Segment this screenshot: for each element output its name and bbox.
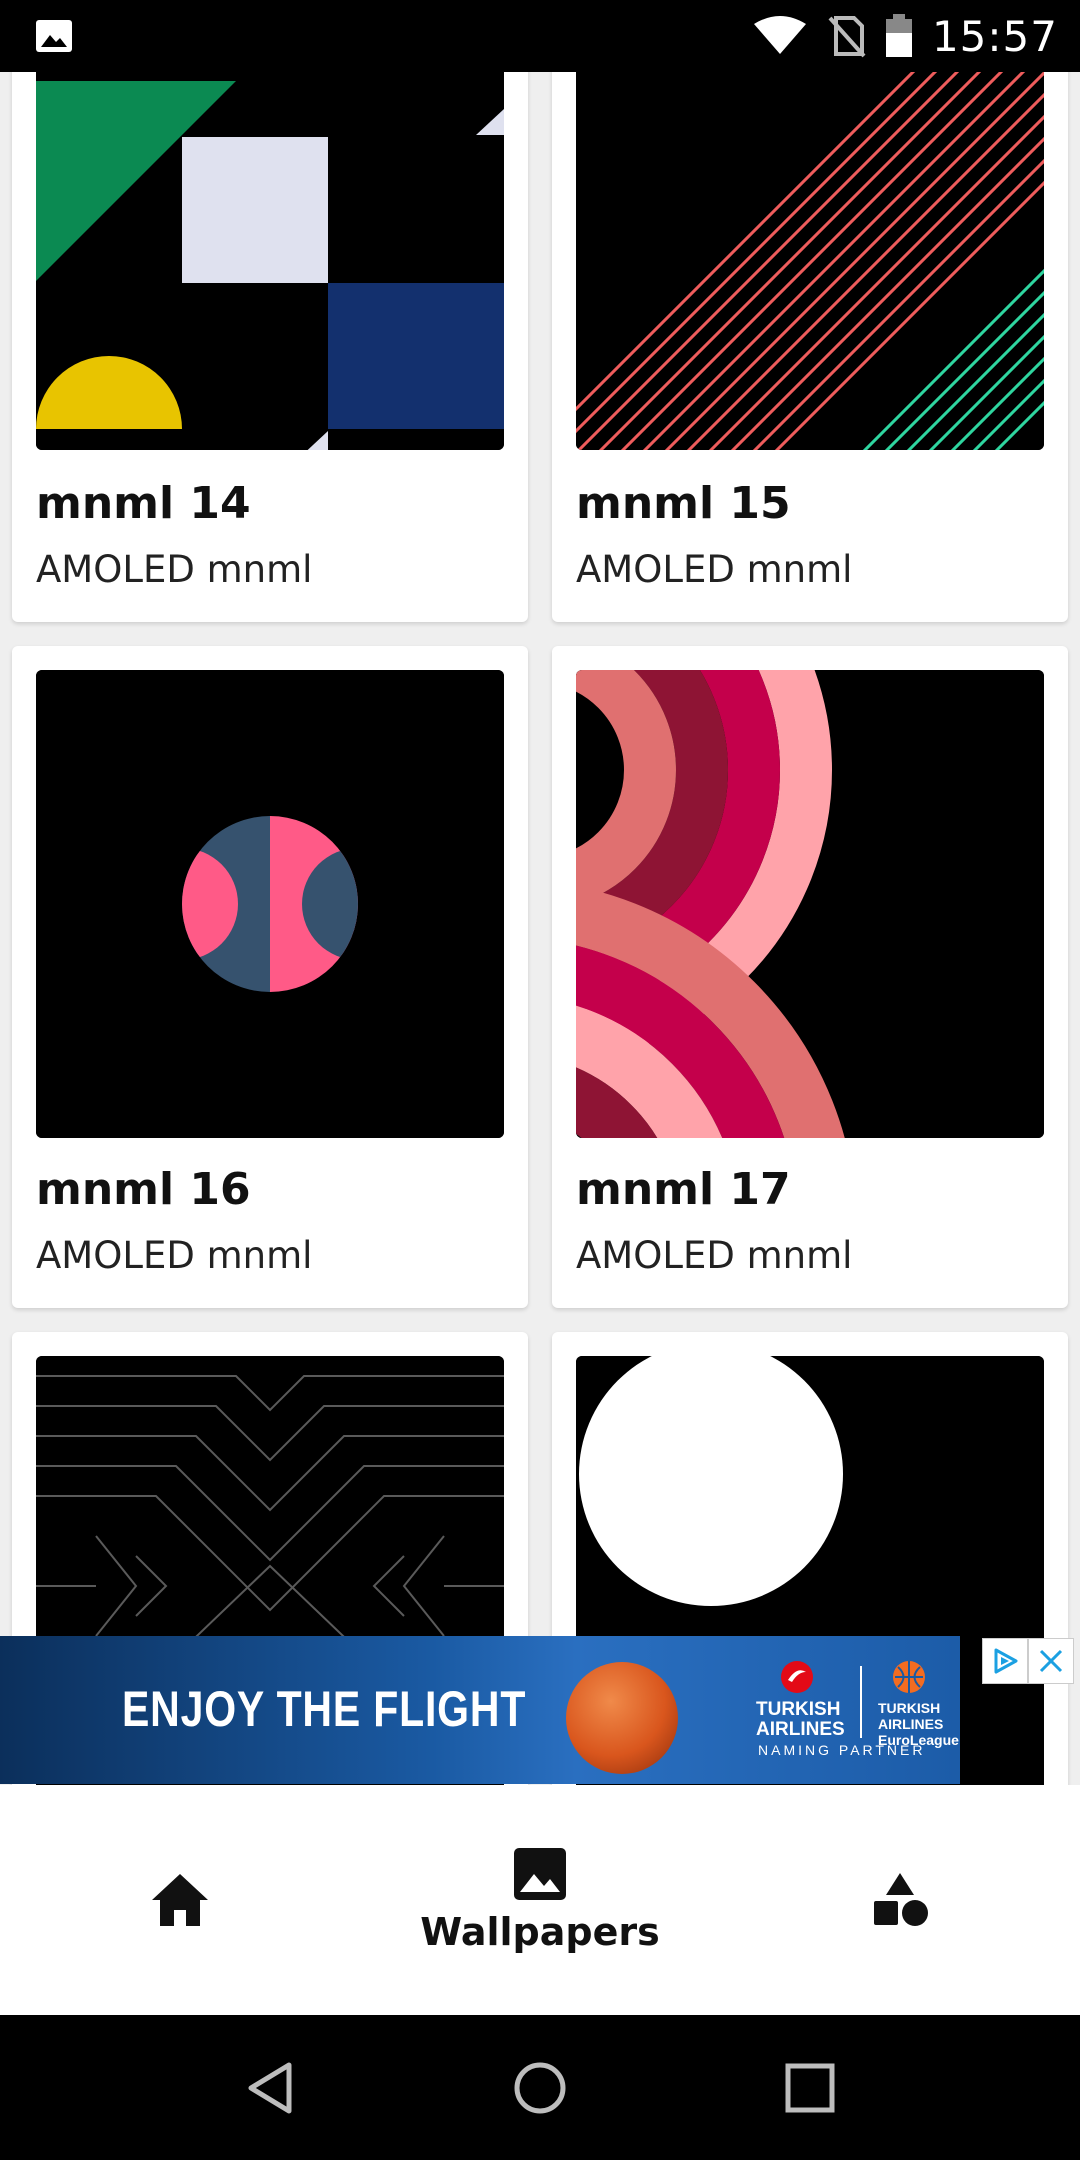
wallpaper-card[interactable]: mnml 17 AMOLED mnml [552,646,1068,1308]
shapes-icon [874,1873,928,1926]
ad-brand-block: TURKISH AIRLINES TURKISH AIRLINES EuroLe… [756,1658,959,1768]
nav-home[interactable] [90,1785,270,2015]
wallpaper-title: mnml 17 [576,1164,791,1215]
ad-banner[interactable]: ENJOY THE FLIGHT TURKISH AIRLINES TURKIS… [0,1636,960,1784]
wallpaper-title: mnml 15 [576,478,791,529]
mnml-16-artwork [36,670,504,1138]
euroleague-logo-icon [893,1661,925,1693]
image-icon [514,1848,566,1900]
wallpaper-card[interactable]: mnml 15 AMOLED mnml [552,0,1068,622]
ad-slogan: ENJOY THE FLIGHT [122,1681,527,1737]
clock: 15:57 [931,11,1058,61]
mnml-17-artwork [576,670,1044,1138]
basketball-image [566,1662,678,1774]
wallpaper-title: mnml 16 [36,1164,251,1215]
ad-league-text: TURKISH AIRLINES EuroLeague [878,1700,959,1748]
wallpaper-subtitle: AMOLED mnml [36,548,313,591]
nav-categories[interactable] [810,1785,990,2015]
image-notification-icon [36,20,72,52]
no-sim-icon [828,16,866,58]
ad-choices-button[interactable] [982,1638,1028,1684]
wallpaper-thumbnail[interactable] [576,670,1044,1138]
wallpaper-card[interactable]: mnml 16 AMOLED mnml [12,646,528,1308]
turkish-airlines-logo-icon [781,1661,813,1693]
wallpaper-subtitle: AMOLED mnml [576,548,853,591]
home-icon [152,1874,208,1926]
ad-divider [860,1666,862,1738]
ad-choices-icon [994,1648,1018,1674]
nav-wallpapers[interactable]: Wallpapers [390,1785,690,2015]
wallpaper-title: mnml 14 [36,478,251,529]
screen: 15:57 mnml 14 AMOLED mnml mnml 15 AMOLED… [0,0,1080,2160]
back-icon[interactable] [237,2055,303,2121]
recents-icon[interactable] [777,2055,843,2121]
close-icon [1039,1649,1063,1673]
ad-airline-text: TURKISH AIRLINES [756,1699,845,1740]
system-navigation-bar [0,2015,1080,2160]
nav-label-wallpapers: Wallpapers [420,1910,660,1954]
wallpaper-subtitle: AMOLED mnml [576,1234,853,1277]
wifi-icon [753,16,806,54]
bottom-navigation: Wallpapers [0,1785,1080,2015]
home-button-icon[interactable] [507,2055,573,2121]
ad-controls [982,1638,1078,1684]
ad-partner-text: NAMING PARTNER [758,1742,926,1758]
wallpaper-thumbnail[interactable] [36,670,504,1138]
wallpaper-subtitle: AMOLED mnml [36,1234,313,1277]
wallpaper-card[interactable]: mnml 14 AMOLED mnml [12,0,528,622]
status-bar: 15:57 [0,0,1080,72]
ad-close-button[interactable] [1028,1638,1074,1684]
battery-icon [885,14,912,57]
